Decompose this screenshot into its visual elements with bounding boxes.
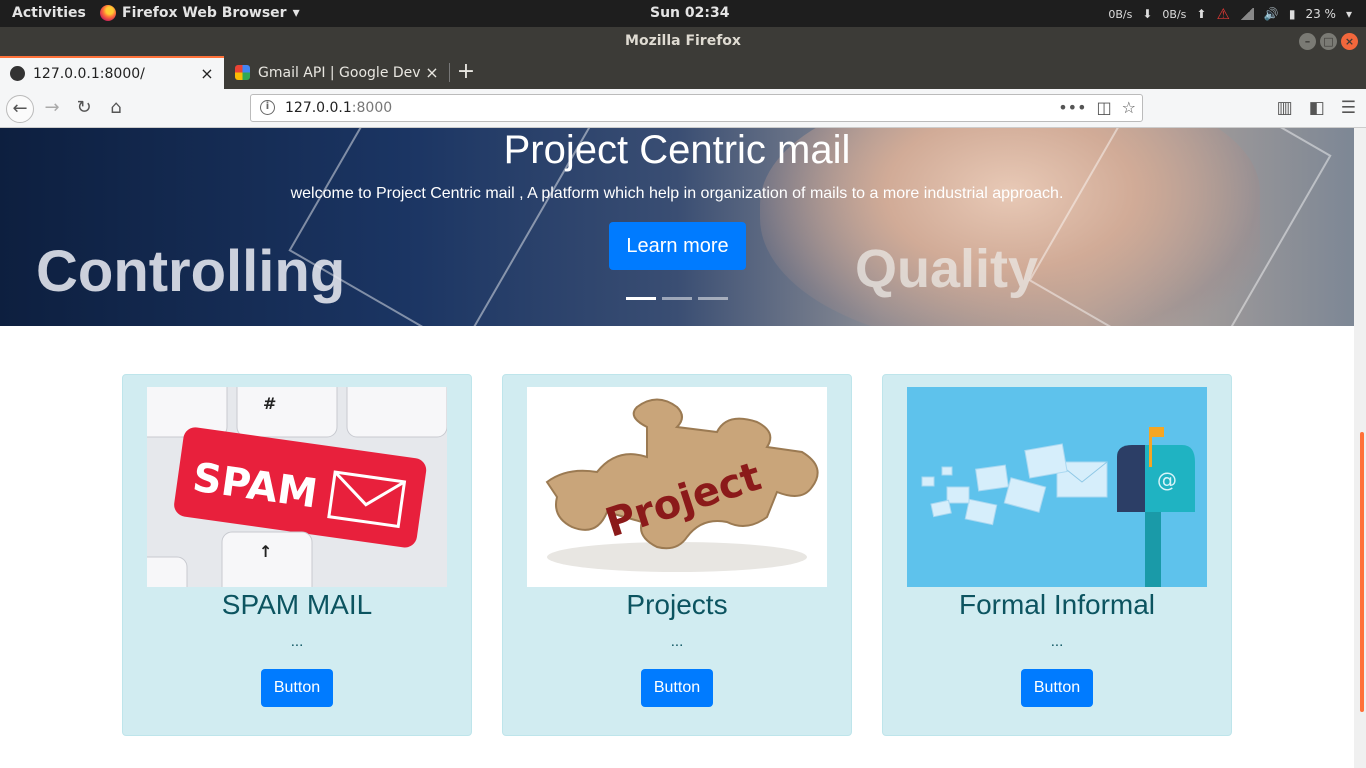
project-puzzle-image: Project	[527, 387, 827, 587]
tab-label: 127.0.0.1:8000/	[33, 65, 145, 82]
chevron-down-icon: ▾	[1345, 7, 1352, 21]
carousel-indicators	[626, 297, 728, 300]
navigation-bar: ← → ↻ ⌂ i 127.0.0.1:8000 ••• ◫ ☆ ▥ ◧ ☰	[0, 89, 1366, 128]
card-projects: Project Projects ... Button	[502, 374, 852, 736]
hero-carousel: Controlling Quality Project Centric mail…	[0, 128, 1354, 326]
warning-icon: ⚠	[1216, 5, 1230, 23]
window-controls: – □ ×	[1299, 33, 1358, 50]
upload-arrow-icon: ⬆	[1196, 7, 1207, 21]
card-title: Formal Informal	[958, 589, 1156, 620]
svg-text:@: @	[1157, 468, 1177, 492]
hero-image-text-controlling: Controlling	[36, 239, 346, 304]
learn-more-button[interactable]: Learn more	[609, 222, 746, 270]
tab-gmail-api[interactable]: Gmail API | Google Deve ×	[225, 56, 449, 89]
app-menu-label: Firefox Web Browser	[122, 5, 287, 21]
scrollbar-thumb[interactable]	[1360, 432, 1364, 712]
page-actions-menu-icon[interactable]: •••	[1058, 98, 1086, 117]
bookmark-star-icon[interactable]: ☆	[1122, 98, 1136, 117]
carousel-indicator[interactable]	[626, 297, 656, 300]
activities-button[interactable]: Activities	[12, 5, 86, 21]
svg-text:↑: ↑	[259, 542, 272, 561]
net-download-rate: 0B/s	[1108, 7, 1133, 21]
svg-text:#: #	[263, 394, 276, 413]
volume-icon: 🔊	[1263, 7, 1279, 21]
site-info-icon[interactable]: i	[260, 100, 275, 115]
card-button-spam[interactable]: Button	[261, 669, 333, 707]
card-button-projects[interactable]: Button	[641, 669, 713, 707]
card-spam-mail: # SPAM ↑ SPAM MAIL ... Button	[122, 374, 472, 736]
carousel-indicator[interactable]	[662, 297, 692, 300]
hero-subtitle: welcome to Project Centric mail , A plat…	[290, 185, 1064, 202]
maximize-button[interactable]: □	[1320, 33, 1337, 50]
library-icon[interactable]: ▥	[1277, 98, 1293, 118]
tab-label: Gmail API | Google Deve	[258, 64, 421, 81]
mailbox-envelopes-image: @	[907, 387, 1207, 587]
system-top-bar: Activities Firefox Web Browser ▾ Sun 02:…	[0, 0, 1366, 27]
new-tab-button[interactable]: +	[455, 59, 477, 84]
download-arrow-icon: ⬇	[1142, 7, 1153, 21]
chevron-down-icon: ▾	[292, 5, 300, 21]
url-host: 127.0.0.1	[285, 100, 352, 116]
app-menu[interactable]: Firefox Web Browser ▾	[100, 5, 300, 21]
card-button-formal-informal[interactable]: Button	[1021, 669, 1093, 707]
clock[interactable]: Sun 02:34	[650, 5, 729, 21]
tab-strip: 127.0.0.1:8000/ × Gmail API | Google Dev…	[0, 56, 1366, 89]
spam-key-image: # SPAM ↑	[147, 387, 447, 587]
close-tab-icon[interactable]: ×	[421, 63, 443, 82]
firefox-icon	[100, 5, 116, 21]
address-bar[interactable]: i 127.0.0.1:8000 ••• ◫ ☆	[250, 94, 1143, 122]
google-developers-favicon-icon	[235, 65, 250, 80]
card-formal-informal: @ Formal Informal ... Button	[882, 374, 1232, 736]
page-actions: ••• ◫ ☆	[1058, 98, 1136, 117]
tab-separator	[449, 63, 450, 82]
sidebar-icon[interactable]: ◧	[1309, 98, 1325, 118]
back-button[interactable]: ←	[6, 95, 34, 123]
battery-percent: 23 %	[1305, 7, 1336, 21]
card-text: ...	[290, 633, 304, 650]
minimize-button[interactable]: –	[1299, 33, 1316, 50]
signal-icon	[1239, 8, 1254, 20]
hero-image-text-quality: Quality	[855, 239, 1039, 299]
mail-favicon-icon	[10, 66, 25, 81]
window-title: Mozilla Firefox	[625, 33, 741, 49]
hamburger-menu-icon[interactable]: ☰	[1341, 98, 1356, 118]
page-viewport: Controlling Quality Project Centric mail…	[0, 128, 1366, 768]
url-port: :8000	[351, 100, 393, 116]
tab-localhost[interactable]: 127.0.0.1:8000/ ×	[0, 56, 224, 89]
battery-icon: ▮	[1288, 7, 1296, 21]
net-upload-rate: 0B/s	[1162, 7, 1187, 21]
reload-button[interactable]: ↻	[70, 95, 98, 123]
page-scrollbar[interactable]	[1354, 128, 1366, 768]
system-tray[interactable]: 0B/s ⬇ 0B/s ⬆ ⚠ 🔊 ▮ 23 % ▾	[1108, 5, 1352, 23]
card-text: ...	[1050, 633, 1064, 650]
card-title: Projects	[626, 589, 728, 620]
window-title-bar: Mozilla Firefox – □ ×	[0, 27, 1366, 56]
url-text[interactable]: 127.0.0.1:8000	[285, 100, 392, 116]
card-text: ...	[670, 633, 684, 650]
forward-button[interactable]: →	[38, 95, 66, 123]
home-button[interactable]: ⌂	[102, 95, 130, 123]
carousel-indicator[interactable]	[698, 297, 728, 300]
card-title: SPAM MAIL	[221, 589, 373, 620]
close-window-button[interactable]: ×	[1341, 33, 1358, 50]
toolbar-right: ▥ ◧ ☰	[1277, 98, 1356, 118]
pocket-icon[interactable]: ◫	[1097, 98, 1112, 117]
close-tab-icon[interactable]: ×	[196, 64, 218, 83]
hero-title: Project Centric mail	[503, 128, 851, 172]
